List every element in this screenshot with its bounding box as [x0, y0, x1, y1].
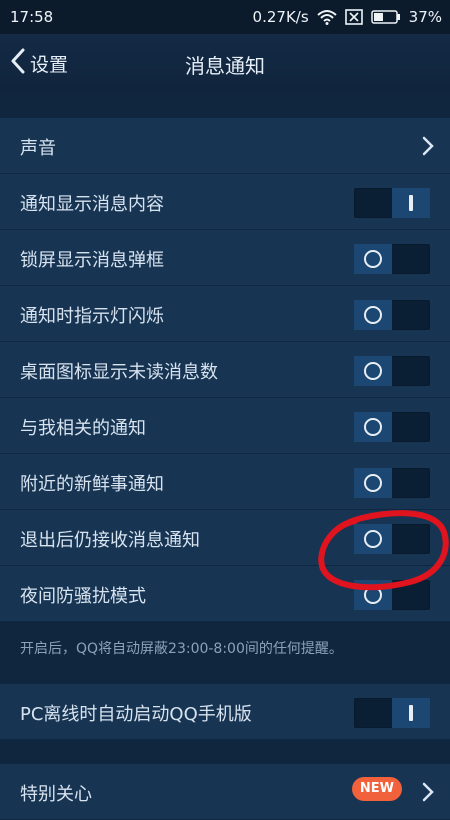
settings-row-night-mode: 夜间防骚扰模式 — [0, 566, 450, 622]
settings-row-unread-badge: 桌面图标显示未读消息数 — [0, 342, 450, 398]
row-label: 声音 — [20, 138, 56, 159]
row-label: PC离线时自动启动QQ手机版 — [20, 704, 252, 725]
row-label: 退出后仍接收消息通知 — [20, 530, 200, 551]
settings-row-nearby-news: 附近的新鲜事通知 — [0, 454, 450, 510]
toggle-switch[interactable] — [354, 300, 430, 330]
battery-percent: 37% — [408, 8, 442, 26]
status-bar: 17:58 0.27K/s 37% — [0, 0, 450, 34]
toggle-switch[interactable] — [354, 698, 430, 728]
settings-row-led-blink: 通知时指示灯闪烁 — [0, 286, 450, 342]
toggle-switch[interactable] — [354, 580, 430, 610]
settings-row-special-care[interactable]: 特别关心 NEW — [0, 764, 450, 820]
title-bar: 设置 消息通知 — [0, 34, 450, 94]
wifi-icon — [316, 9, 337, 25]
row-label: 通知显示消息内容 — [20, 194, 164, 215]
toggle-switch[interactable] — [354, 244, 430, 274]
settings-row-show-content: 通知显示消息内容 — [0, 174, 450, 230]
new-badge: NEW — [351, 777, 402, 801]
battery-icon — [370, 10, 401, 24]
status-right: 0.27K/s 37% — [253, 8, 442, 26]
row-label: 特别关心 — [20, 784, 92, 805]
sim-off-icon — [344, 9, 363, 25]
page-title: 消息通知 — [185, 54, 265, 78]
chevron-right-icon — [422, 782, 434, 806]
row-label: 附近的新鲜事通知 — [20, 474, 164, 495]
row-label: 通知时指示灯闪烁 — [20, 306, 164, 327]
network-speed: 0.27K/s — [252, 8, 309, 26]
toggle-switch[interactable] — [354, 524, 430, 554]
settings-row-lockscreen-popup: 锁屏显示消息弹框 — [0, 230, 450, 286]
row-label: 夜间防骚扰模式 — [20, 586, 146, 607]
toggle-switch[interactable] — [354, 188, 430, 218]
toggle-switch[interactable] — [354, 356, 430, 386]
night-mode-hint: 开启后，QQ将自动屏蔽23:00-8:00间的任何提醒。 — [20, 641, 343, 657]
row-label: 与我相关的通知 — [20, 418, 146, 439]
settings-row-related-to-me: 与我相关的通知 — [0, 398, 450, 454]
status-time: 17:58 — [10, 8, 54, 26]
toggle-switch[interactable] — [354, 412, 430, 442]
toggle-switch[interactable] — [354, 468, 430, 498]
row-label: 锁屏显示消息弹框 — [20, 250, 164, 271]
chevron-right-icon — [422, 136, 434, 160]
settings-row-receive-after-exit: 退出后仍接收消息通知 — [0, 510, 450, 566]
settings-row-sound[interactable]: 声音 — [0, 118, 450, 174]
settings-row-pc-offline: PC离线时自动启动QQ手机版 — [0, 684, 450, 740]
row-label: 桌面图标显示未读消息数 — [20, 362, 218, 383]
